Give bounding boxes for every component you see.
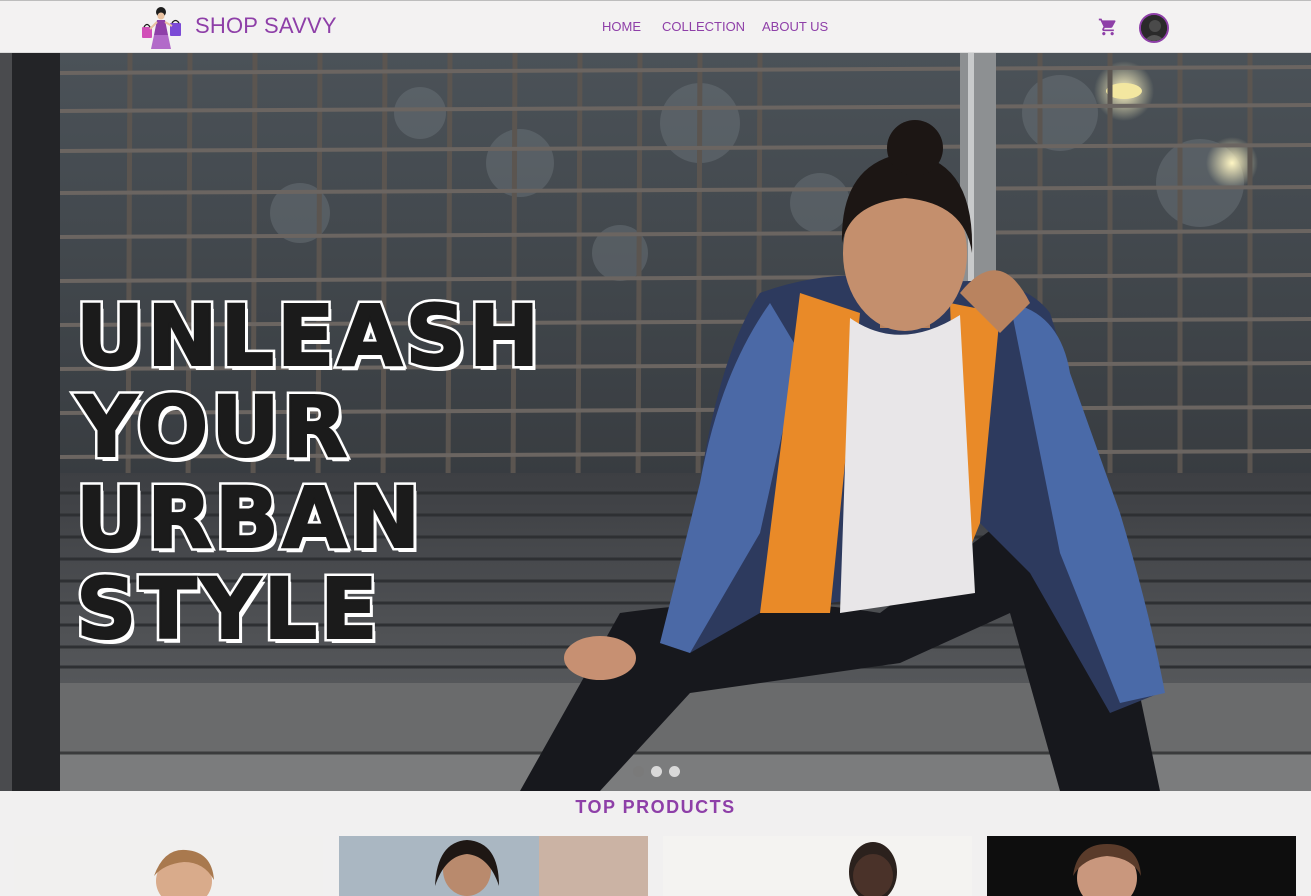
hero-title: UNLEASH YOUR URBAN STYLE UNLEASH YOUR URB… (72, 287, 543, 658)
shopping-woman-logo-icon[interactable] (138, 5, 184, 51)
user-avatar-icon[interactable] (1139, 13, 1169, 43)
product-image-4 (987, 836, 1296, 896)
hero-carousel: UNLEASH YOUR URBAN STYLE UNLEASH YOUR URB… (0, 53, 1311, 791)
carousel-dot-2[interactable] (651, 766, 662, 777)
site-header: SHOP SAVVY HOME COLLECTION ABOUT US (0, 1, 1311, 53)
product-card-4[interactable] (987, 836, 1296, 896)
top-products-heading: TOP PRODUCTS (575, 797, 736, 817)
product-card-1[interactable] (14, 836, 323, 896)
carousel-dot-3[interactable] (669, 766, 680, 777)
product-card-3[interactable] (663, 836, 972, 896)
nav-home-link[interactable]: HOME (602, 19, 641, 34)
product-image-1 (14, 836, 323, 896)
profile-photo (1141, 15, 1167, 41)
carousel-dot-1[interactable] (633, 766, 644, 777)
cart-icon[interactable] (1098, 17, 1118, 37)
product-image-3 (663, 836, 972, 896)
nav-collection-link[interactable]: COLLECTION (662, 19, 745, 34)
brand-name[interactable]: SHOP SAVVY (195, 13, 337, 39)
nav-about-us-link[interactable]: ABOUT US (762, 19, 828, 34)
product-card-2[interactable] (339, 836, 648, 896)
hero-title-inner: UNLEASH YOUR URBAN STYLE (75, 287, 543, 658)
product-image-2 (339, 836, 648, 896)
carousel-indicators (633, 764, 687, 777)
